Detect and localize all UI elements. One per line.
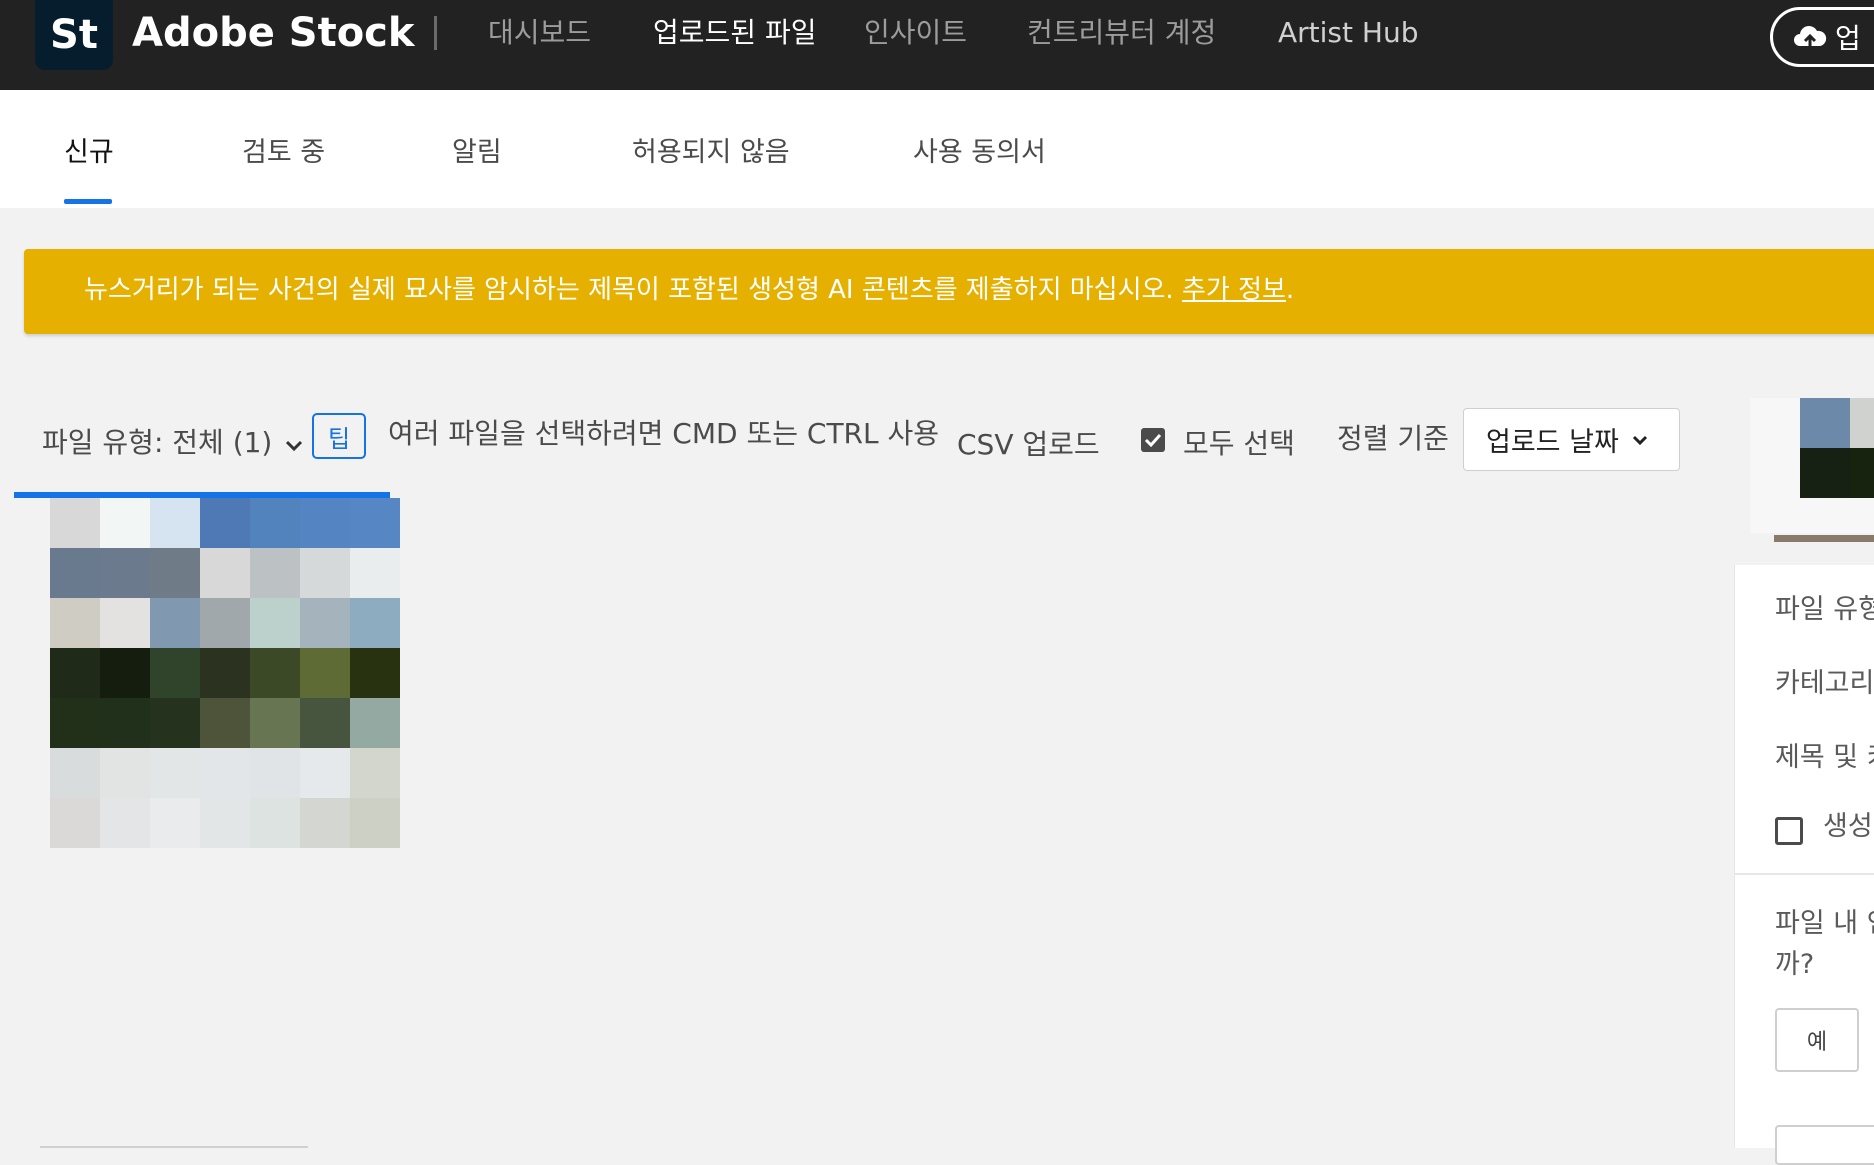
logo-text: St [50, 12, 98, 58]
chevron-down-icon [286, 440, 303, 452]
top-navigation-bar: St Adobe Stock 대시보드 업로드된 파일 인사이트 컨트리뷰터 계… [0, 0, 1874, 90]
tab-release-forms[interactable]: 사용 동의서 [913, 135, 1046, 171]
upload-button-label: 업 [1835, 22, 1861, 55]
gen-ai-checkbox[interactable] [1775, 817, 1803, 845]
upload-status-tabs: 신규 검토 중 알림 허용되지 않음 사용 동의서 [0, 90, 1874, 208]
preview-strip [1774, 535, 1874, 542]
warning-banner: 뉴스거리가 되는 사건의 실제 묘사를 암시하는 제목이 포함된 생성형 AI … [24, 249, 1874, 334]
tip-badge: 팁 [312, 413, 366, 459]
question-line-1: 파일 내 인 [1775, 908, 1874, 939]
nav-contributor-account[interactable]: 컨트리뷰터 계정 [1027, 14, 1216, 52]
gen-ai-label: 생성형 [1823, 811, 1874, 842]
category-field-label: 카테고리 [1775, 668, 1874, 699]
banner-message: 뉴스거리가 되는 사건의 실제 묘사를 암시하는 제목이 포함된 생성형 AI … [84, 271, 1294, 309]
chevron-down-icon [1632, 435, 1648, 446]
banner-suffix: . [1285, 275, 1295, 305]
file-type-filter[interactable]: 파일 유형: 전체 (1) [42, 423, 303, 463]
select-all-label[interactable]: 모두 선택 [1183, 424, 1295, 464]
sort-value: 업로드 날짜 [1486, 427, 1619, 458]
nav-divider [434, 16, 437, 50]
active-tab-indicator [64, 199, 112, 204]
tip-text: 여러 파일을 선택하려면 CMD 또는 CTRL 사용 [388, 417, 940, 450]
tab-in-review[interactable]: 검토 중 [242, 135, 325, 171]
no-button[interactable] [1775, 1125, 1874, 1165]
yes-button[interactable]: 예 [1775, 1008, 1859, 1072]
brand-name[interactable]: Adobe Stock [132, 8, 414, 58]
file-details-panel: 파일 유형 카테고리 제목 및 키 생성형 파일 내 인 까? 예 [1734, 565, 1874, 1165]
nav-artist-hub[interactable]: Artist Hub [1278, 14, 1418, 52]
nav-insights[interactable]: 인사이트 [864, 14, 967, 52]
csv-upload-button[interactable]: CSV 업로드 [957, 425, 1100, 465]
upload-button[interactable]: 업 [1770, 7, 1874, 67]
adobe-stock-logo[interactable]: St [35, 0, 113, 70]
nav-dashboard[interactable]: 대시보드 [488, 14, 591, 52]
tab-notifications[interactable]: 알림 [452, 135, 502, 171]
banner-text: 뉴스거리가 되는 사건의 실제 묘사를 암시하는 제목이 포함된 생성형 AI … [84, 275, 1182, 305]
sort-dropdown[interactable]: 업로드 날짜 [1463, 408, 1680, 471]
checkbox-checked-icon [1144, 433, 1162, 447]
uploaded-file-thumbnail[interactable] [50, 498, 400, 848]
nav-uploaded-files[interactable]: 업로드된 파일 [653, 14, 816, 52]
file-type-label: 파일 유형: 전체 (1) [42, 426, 273, 459]
cloud-upload-icon [1794, 26, 1827, 50]
banner-more-info-link[interactable]: 추가 정보 [1182, 275, 1286, 305]
tab-not-accepted[interactable]: 허용되지 않음 [632, 135, 790, 171]
tab-new[interactable]: 신규 [64, 135, 114, 171]
panel-divider [1735, 873, 1874, 875]
sort-label: 정렬 기준 [1337, 422, 1449, 455]
select-all-checkbox[interactable] [1141, 428, 1165, 452]
preview-thumbnail [1800, 398, 1874, 498]
question-line-2: 까? [1775, 949, 1815, 980]
title-keywords-field-label: 제목 및 키 [1775, 742, 1874, 773]
file-type-field-label: 파일 유형 [1775, 594, 1874, 625]
